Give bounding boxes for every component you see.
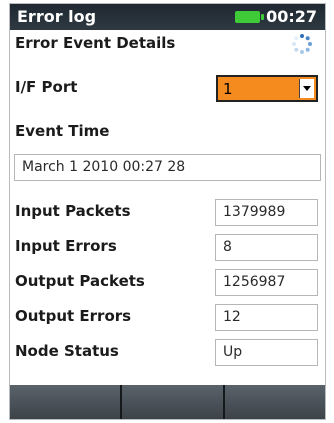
stat-label: Node Status bbox=[15, 342, 119, 360]
input-packets-field: 1379989 bbox=[215, 199, 318, 226]
output-errors-field: 12 bbox=[215, 304, 318, 331]
output-packets-field: 1256987 bbox=[215, 269, 318, 296]
battery-icon bbox=[235, 11, 264, 23]
app-title: Error log bbox=[17, 7, 97, 26]
device-screen: Error log 00:27 Error Event Details I/F … bbox=[9, 3, 326, 420]
softkey-3[interactable] bbox=[225, 385, 325, 419]
input-errors-field: 8 bbox=[215, 234, 318, 261]
softkey-1[interactable] bbox=[10, 385, 122, 419]
event-time-label: Event Time bbox=[15, 122, 110, 140]
stat-label: Output Packets bbox=[15, 272, 145, 290]
title-bar: Error log 00:27 bbox=[10, 4, 325, 30]
page-title: Error Event Details bbox=[15, 34, 176, 52]
stat-label: Input Errors bbox=[15, 237, 117, 255]
stat-label: Output Errors bbox=[15, 307, 132, 325]
loading-spinner-icon bbox=[292, 34, 312, 54]
port-dropdown-value: 1 bbox=[223, 80, 233, 98]
node-status-field: Up bbox=[215, 339, 318, 366]
port-label: I/F Port bbox=[15, 78, 78, 96]
port-dropdown[interactable]: 1 bbox=[216, 75, 318, 102]
stat-label: Input Packets bbox=[15, 202, 131, 220]
softkey-2[interactable] bbox=[122, 385, 225, 419]
softkey-bar bbox=[10, 385, 325, 419]
clock: 00:27 bbox=[266, 7, 317, 26]
chevron-down-icon[interactable] bbox=[299, 79, 314, 98]
event-time-field: March 1 2010 00:27 28 bbox=[14, 154, 321, 181]
